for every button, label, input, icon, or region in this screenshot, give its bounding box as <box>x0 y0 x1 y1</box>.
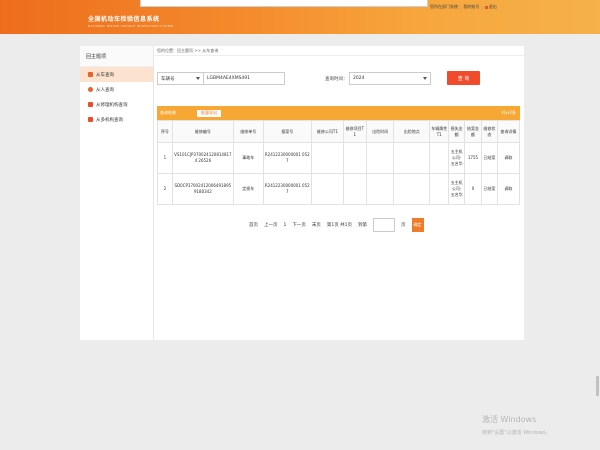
sidebar-item-label: 从车查询 <box>96 72 114 78</box>
table-cell: 定损车 <box>232 173 264 205</box>
table-cell: 事故车 <box>232 142 264 174</box>
column-header: 查询详情 <box>496 120 521 143</box>
pagination: 首页 上一页 1 下一页 末页 第1页 共1页 到第 页 确定 <box>249 218 424 232</box>
table-cell <box>393 142 431 174</box>
column-header: 序号 <box>157 120 173 143</box>
column-header: 维修状态 <box>480 120 498 143</box>
main-content: 您的位置：回主题项 >> 从车查询 车辆号 LGBM4AE4XMS491 查询时… <box>154 46 524 340</box>
topbar-links: 您所在部门系统 | 我的账号 | 退出 <box>430 3 497 11</box>
table-cell <box>342 173 367 205</box>
divider <box>154 55 524 56</box>
table-cell <box>342 142 367 174</box>
car-icon <box>88 72 93 77</box>
table-cell <box>429 142 450 174</box>
query-time-label: 查询时间： <box>325 77 348 82</box>
first-page-link[interactable]: 首页 <box>249 222 258 228</box>
department-link[interactable]: 您所在部门系统 <box>430 4 458 10</box>
year-value: 2024 <box>353 76 365 81</box>
scrollbar[interactable] <box>596 376 599 396</box>
logout-label: 退出 <box>488 4 497 9</box>
sidebar-item-multi-org[interactable]: 从多机构查询 <box>80 112 153 127</box>
current-page[interactable]: 1 <box>284 223 287 228</box>
table-cell: 2 <box>157 173 173 205</box>
table-cell <box>311 173 344 205</box>
sidebar-heading[interactable]: 回主题项 <box>80 46 153 67</box>
building-icon <box>88 117 93 122</box>
last-page-link[interactable]: 末页 <box>312 222 321 228</box>
detail-link[interactable]: 调取 <box>496 173 521 205</box>
search-type-select[interactable]: 车辆号 <box>157 72 204 85</box>
go-button[interactable]: 确定 <box>411 218 424 232</box>
table-cell: 五主机公司-五名华 <box>448 142 466 174</box>
account-link[interactable]: 我的账号 <box>463 4 479 10</box>
sidebar: 回主题项 从车查询 从人查询 从修理机构查询 从多机构查询 <box>80 46 154 340</box>
breadcrumb: 您的位置：回主题项 >> 从车查询 <box>157 48 219 53</box>
column-header: 维修编号 <box>171 120 234 143</box>
detail-link[interactable]: 调取 <box>496 142 521 174</box>
divider: | <box>481 4 483 10</box>
windows-activation-title: 激活 Windows <box>482 415 537 424</box>
search-type-value: 车辆号 <box>161 76 175 82</box>
column-header: 结案金额 <box>464 120 482 143</box>
sidebar-item-label: 从人查询 <box>96 87 114 93</box>
logout-link[interactable]: 退出 <box>484 4 497 10</box>
table-cell: SD0CP37002412006491895 9180342 <box>171 173 234 205</box>
windows-activation-hint: 转到"设置"以激活 Windows。 <box>482 430 551 436</box>
wrench-icon <box>88 102 93 107</box>
app-subtitle: NATIONAL MOTOR VEHICLE INSPECTION SYSTEM <box>88 24 174 28</box>
table-cell: 1755 <box>464 142 482 174</box>
divider: | <box>460 4 462 10</box>
column-header: 损失金额 <box>448 120 466 143</box>
results-title: 查询结果 <box>160 110 176 115</box>
column-header: 维修单号 <box>232 120 264 143</box>
table-cell <box>393 173 431 205</box>
app-title: 全国机动车检验信息系统 <box>88 16 160 23</box>
page-info: 第1页 共1页 <box>326 223 353 228</box>
query-button[interactable]: 查 询 <box>447 71 480 85</box>
table-cell: R2412230000001 0527 <box>262 173 313 205</box>
table-cell: 已结案 <box>480 142 498 174</box>
chevron-down-icon <box>196 77 200 80</box>
chevron-down-icon <box>423 77 427 80</box>
power-icon <box>484 5 488 9</box>
table-cell <box>311 142 344 174</box>
table-cell: 1 <box>157 142 173 174</box>
page-unit-label: 页 <box>401 223 406 228</box>
vin-input-value: LGBM4AE4XMS491 <box>207 76 251 81</box>
next-page-link[interactable]: 下一页 <box>292 222 306 228</box>
table-cell <box>365 173 395 205</box>
sidebar-item-vehicle[interactable]: 从车查询 <box>80 67 153 82</box>
table-cell: 0 <box>464 173 482 205</box>
page-jump-input[interactable] <box>373 218 396 232</box>
table-cell: R2412230000001 0527 <box>262 142 313 174</box>
year-select[interactable]: 2024 <box>349 72 431 85</box>
results-count: 共计2条 <box>501 110 516 115</box>
export-button[interactable]: 批量导出 <box>196 108 222 118</box>
table-cell: 五主机公司-五名华 <box>448 173 466 205</box>
top-banner <box>140 0 428 7</box>
table-header-row: 序号 维修编号 维修单号 报案号 维修公司T1 维修项目T1 出险时间 出险地点… <box>157 120 521 143</box>
table-cell <box>365 142 395 174</box>
column-header: 维修项目T1 <box>342 120 367 143</box>
vin-input[interactable]: LGBM4AE4XMS491 <box>203 72 285 85</box>
sidebar-item-person[interactable]: 从人查询 <box>80 82 153 97</box>
results-table: 序号 维修编号 维修单号 报案号 维修公司T1 维修项目T1 出险时间 出险地点… <box>157 120 521 205</box>
sidebar-item-label: 从修理机构查询 <box>96 102 128 108</box>
jump-label: 到第 <box>358 223 368 228</box>
table-row: 2 SD0CP37002412006491895 9180342 定损车 R24… <box>157 173 521 205</box>
sidebar-item-label: 从多机构查询 <box>96 117 123 123</box>
table-cell: 已结案 <box>480 173 498 205</box>
column-header: 出险地点 <box>393 120 431 143</box>
column-header: 维修公司T1 <box>311 120 344 143</box>
results-panel-header: 查询结果 批量导出 共计2条 <box>157 106 520 120</box>
sidebar-item-repair-org[interactable]: 从修理机构查询 <box>80 97 153 112</box>
column-header: 车辆属性T1 <box>429 120 450 143</box>
prev-page-link[interactable]: 上一页 <box>264 222 278 228</box>
table-cell <box>429 173 450 205</box>
person-icon <box>88 87 93 92</box>
column-header: 出险时间 <box>365 120 395 143</box>
table-cell: VS101CJP3700241208148174 26526 <box>171 142 234 174</box>
column-header: 报案号 <box>262 120 313 143</box>
table-row: 1 VS101CJP3700241208148174 26526 事故车 R24… <box>157 142 521 174</box>
